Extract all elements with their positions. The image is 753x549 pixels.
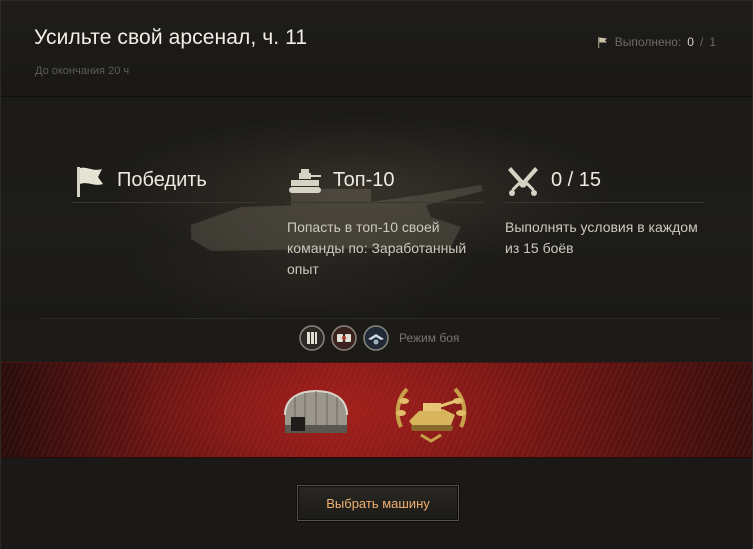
condition-win: Победить: [71, 159, 257, 217]
ranked-battle-icon[interactable]: [363, 325, 389, 351]
condition-description: Выполнять условия в каждом из 15 боёв: [505, 219, 698, 256]
rewards-band: [1, 362, 752, 458]
divider: [39, 318, 719, 319]
select-vehicle-button[interactable]: Выбрать машину: [297, 485, 459, 521]
crossed-swords-icon: [508, 166, 538, 196]
quest-conditions: Победить Топ-10 Попасть в топ-10 своей к…: [1, 97, 752, 319]
condition-battles: 0 / 15 Выполнять условия в каждом из 15 …: [505, 159, 705, 259]
progress-done: 0: [687, 35, 694, 49]
progress-sep: /: [699, 35, 704, 49]
flag-icon: [597, 37, 607, 48]
condition-title: Победить: [117, 169, 207, 191]
quest-progress: Выполнено: 0 / 1: [597, 35, 716, 49]
condition-top10: Топ-10 Попасть в топ-10 своей команды по…: [287, 159, 483, 280]
condition-title: Топ-10: [333, 169, 395, 191]
random-battle-icon[interactable]: [299, 325, 325, 351]
flag-icon: [77, 166, 103, 197]
quest-window: Усильте свой арсенал, ч. 11 До окончания…: [0, 0, 753, 549]
hangar-slot-icon: [284, 389, 348, 433]
tank-top-icon: [289, 168, 321, 193]
progress-total: 1: [709, 35, 716, 49]
condition-title: 0 / 15: [551, 169, 602, 191]
battle-mode-label: Режим боя: [399, 331, 460, 345]
condition-description: Попасть в топ-10 своей команды по: Зараб…: [287, 219, 467, 277]
quest-header: Усильте свой арсенал, ч. 11 До окончания…: [1, 1, 752, 97]
progress-label: Выполнено:: [614, 35, 682, 49]
quest-title: Усильте свой арсенал, ч. 11: [34, 26, 308, 49]
tank-medal-icon: [395, 387, 467, 443]
quest-time-left: До окончания 20 ч: [35, 65, 130, 77]
battle-modes: Режим боя: [299, 325, 459, 351]
grand-battle-icon[interactable]: [331, 325, 357, 351]
